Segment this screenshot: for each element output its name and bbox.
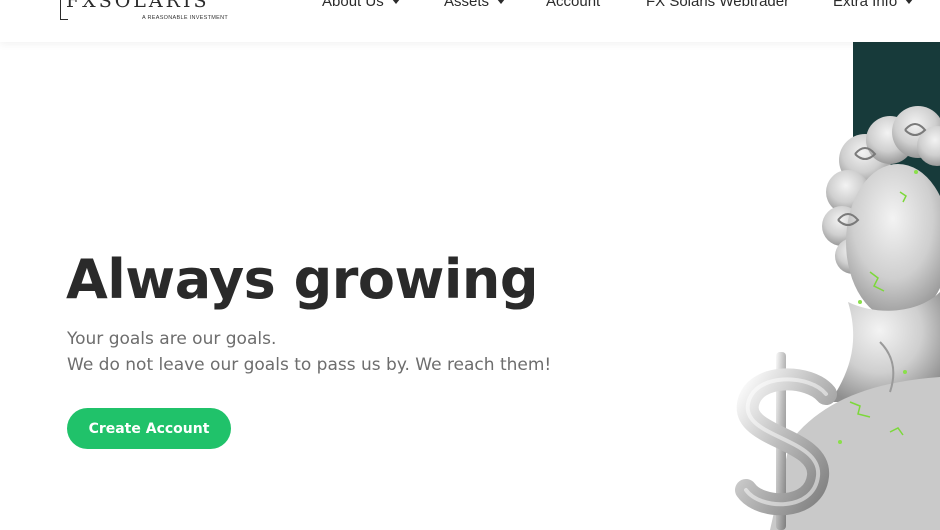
hero-artwork-svg	[735, 42, 940, 530]
chevron-down-icon	[905, 0, 914, 4]
logo-tagline: A REASONABLE INVESTMENT	[142, 15, 229, 21]
nav-item-label: Extra Info	[833, 0, 898, 10]
main-nav: About Us Assets Account FX Solaris Webtr…	[0, 0, 940, 13]
hero-subtitle-line-1: Your goals are our goals.	[67, 329, 277, 349]
nav-item-label: Account	[546, 0, 601, 10]
nav-item-label: Assets	[444, 0, 490, 10]
nav-item-label: FX Solaris Webtrader	[646, 0, 790, 10]
nav-item-webtrader[interactable]: FX Solaris Webtrader	[646, 0, 789, 10]
site-header: FXSOLARIS A REASONABLE INVESTMENT About …	[0, 0, 940, 42]
nav-item-label: About Us	[322, 0, 384, 10]
chevron-down-icon	[391, 0, 400, 4]
nav-item-assets[interactable]: Assets	[444, 0, 506, 10]
nav-item-account[interactable]: Account	[546, 0, 600, 10]
nav-item-extra-info[interactable]: Extra Info	[833, 0, 914, 10]
create-account-button[interactable]: Create Account	[67, 408, 231, 449]
chevron-down-icon	[497, 0, 506, 4]
statue-bust-icon	[770, 106, 940, 530]
hero-subtitle-line-2: We do not leave our goals to pass us by.…	[67, 355, 552, 375]
hero-artwork	[730, 42, 940, 530]
hero-title: Always growing	[66, 248, 539, 311]
nav-item-about-us[interactable]: About Us	[322, 0, 400, 10]
